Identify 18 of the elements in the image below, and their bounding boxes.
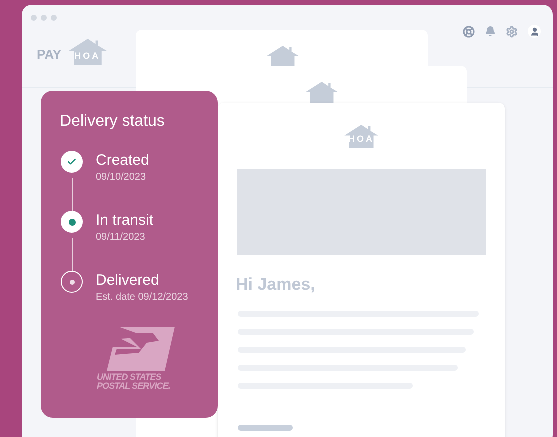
step-date: 09/11/2023 [96, 231, 146, 245]
help-icon[interactable] [463, 26, 475, 38]
step-date: 09/10/2023 [96, 171, 148, 185]
house-logo: HOA [343, 125, 380, 148]
step-label: Created [96, 151, 150, 171]
button-placeholder [238, 424, 293, 430]
step-label: Delivered [96, 271, 160, 291]
card-title: Delivery status [60, 112, 166, 132]
logo-text: PAY [37, 48, 62, 61]
avatar-icon[interactable] [528, 25, 541, 38]
settings-icon[interactable] [506, 26, 518, 38]
notification-icon[interactable] [485, 26, 496, 37]
step-label: In transit [96, 211, 154, 231]
greeting-text: Hi James, [236, 274, 316, 296]
house-icon [305, 82, 339, 104]
step-date: Est. date 09/12/2023 [96, 291, 188, 305]
eagle-logo-icon [107, 327, 175, 371]
carrier-name: UNITED STATES POSTAL SERVICE. [97, 373, 170, 391]
